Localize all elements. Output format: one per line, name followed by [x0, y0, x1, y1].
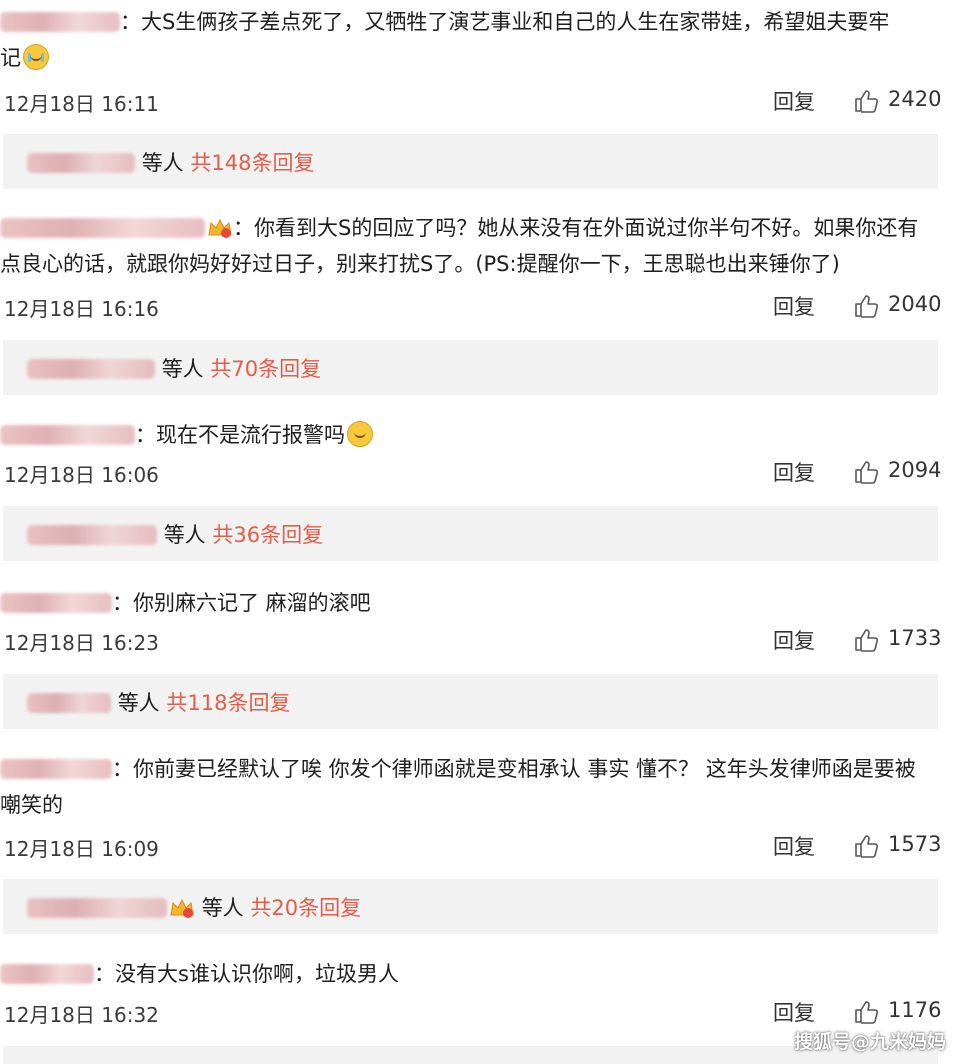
replies-box[interactable]: 等人 共36条回复 — [3, 506, 938, 561]
blurred-username[interactable] — [0, 759, 112, 779]
replies-box[interactable]: 等人 共70条回复 — [3, 340, 938, 395]
like-count: 1573 — [888, 832, 942, 856]
thumbs-up-icon[interactable] — [853, 627, 879, 653]
replies-who: 等人 — [117, 691, 160, 715]
blurred-username[interactable] — [27, 525, 157, 545]
blurred-username[interactable] — [27, 693, 111, 713]
reply-button[interactable]: 回复 — [773, 831, 815, 861]
replies-who: 等人 — [141, 151, 184, 175]
comment-meta: 12月18日 16:32 回复 1176 — [0, 997, 968, 1027]
blurred-username[interactable] — [27, 359, 155, 379]
comment-text-cont: 记 — [0, 46, 21, 70]
thumbs-up-icon[interactable] — [853, 293, 879, 319]
replies-count-link[interactable]: 共148条回复 — [190, 151, 314, 175]
comment-date: 12月18日 16:32 — [4, 1003, 159, 1027]
like-count: 2040 — [888, 292, 942, 316]
thumbs-up-icon[interactable] — [853, 999, 879, 1025]
comment-text: ：你看到大S的回应了吗？她从来没有在外面说过你半句不好。如果你还有 — [233, 216, 919, 240]
crying-emoji-icon — [23, 44, 49, 70]
comment-date: 12月18日 16:16 — [4, 297, 159, 321]
replies-count-link[interactable]: 共118条回复 — [166, 691, 290, 715]
doge-emoji-icon — [347, 421, 373, 447]
blurred-username[interactable] — [27, 153, 135, 173]
comment-meta: 12月18日 16:06 回复 2094 — [0, 457, 968, 487]
comment-text: ：你别麻六记了 麻溜的滚吧 — [112, 591, 371, 615]
reply-button[interactable]: 回复 — [773, 997, 815, 1027]
like-count: 1176 — [888, 998, 942, 1022]
blurred-username[interactable] — [0, 593, 112, 613]
replies-who: 等人 — [161, 357, 204, 381]
blurred-username[interactable] — [0, 218, 205, 238]
blurred-username[interactable] — [0, 964, 94, 984]
replies-count-link[interactable]: 共36条回复 — [212, 523, 323, 547]
vip-crown-icon — [170, 898, 194, 918]
comment-date: 12月18日 16:23 — [4, 631, 159, 655]
comment-text: ：现在不是流行报警吗 — [135, 423, 345, 447]
comment-text: ：大S生俩孩子差点死了，又牺牲了演艺事业和自己的人生在家带娃，希望姐夫要牢 — [120, 10, 890, 34]
vip-crown-icon — [208, 218, 232, 238]
comment-date: 12月18日 16:09 — [4, 837, 159, 861]
reply-button[interactable]: 回复 — [773, 291, 815, 321]
replies-count-link[interactable]: 共70条回复 — [210, 357, 321, 381]
comment-meta: 12月18日 16:23 回复 1733 — [0, 625, 968, 655]
like-count: 2420 — [888, 87, 942, 111]
like-count: 1733 — [888, 626, 942, 650]
replies-count-link[interactable]: 共20条回复 — [250, 896, 361, 920]
comment-text-cont: 点良心的话，就跟你妈好好过日子，别来打扰S了。(PS:提醒你一下，王思聪也出来锤… — [0, 252, 840, 276]
like-count: 2094 — [888, 458, 942, 482]
replies-who: 等人 — [163, 523, 206, 547]
thumbs-up-icon[interactable] — [853, 88, 879, 114]
comment-meta: 12月18日 16:16 回复 2040 — [0, 291, 968, 321]
blurred-username[interactable] — [0, 425, 135, 445]
comment-meta: 12月18日 16:09 回复 1573 — [0, 831, 968, 861]
blurred-username[interactable] — [27, 898, 167, 918]
comment-date: 12月18日 16:11 — [4, 92, 159, 116]
replies-box[interactable]: 等人 共20条回复 — [3, 879, 938, 934]
thumbs-up-icon[interactable] — [853, 459, 879, 485]
comment-text: ：你前妻已经默认了唉 你发个律师函就是变相承认 事实 懂不？ 这年头发律师函是要… — [112, 757, 916, 781]
comment-meta: 12月18日 16:11 回复 2420 — [0, 86, 968, 116]
watermark: 搜狐号@九米妈妈 — [793, 1031, 946, 1053]
thumbs-up-icon[interactable] — [853, 833, 879, 859]
replies-box[interactable]: 等人 共148条回复 — [3, 134, 938, 189]
comment-text: ：没有大s谁认识你啊，垃圾男人 — [94, 962, 399, 986]
replies-who: 等人 — [201, 896, 244, 920]
blurred-username[interactable] — [0, 12, 120, 32]
comment-text-cont: 嘲笑的 — [0, 793, 63, 817]
reply-button[interactable]: 回复 — [773, 625, 815, 655]
reply-button[interactable]: 回复 — [773, 86, 815, 116]
comment-date: 12月18日 16:06 — [4, 463, 159, 487]
reply-button[interactable]: 回复 — [773, 457, 815, 487]
replies-box[interactable]: 等人 共118条回复 — [3, 674, 938, 729]
